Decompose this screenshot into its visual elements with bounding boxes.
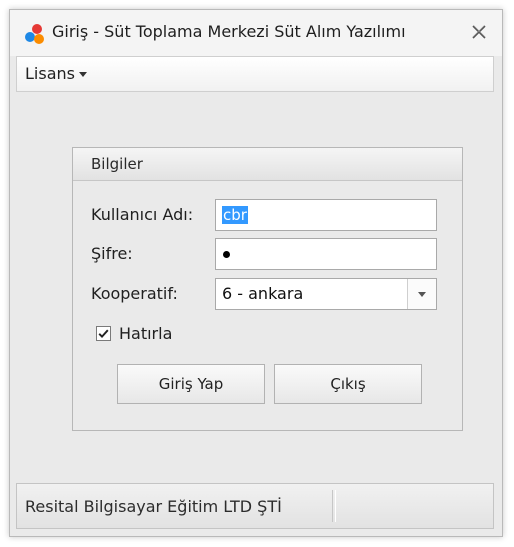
password-label: Şifre: bbox=[91, 244, 133, 263]
checkmark-icon bbox=[98, 329, 109, 338]
username-selected-text: cbr bbox=[222, 206, 248, 224]
remember-label[interactable]: Hatırla bbox=[119, 324, 172, 343]
dropdown-button[interactable] bbox=[407, 279, 436, 309]
title-bar[interactable]: Giriş - Süt Toplama Merkezi Süt Alım Yaz… bbox=[10, 10, 502, 56]
group-header: Bilgiler bbox=[73, 148, 462, 181]
menu-item-label: Lisans bbox=[25, 64, 75, 83]
exit-button[interactable]: Çıkış bbox=[274, 364, 422, 404]
username-input[interactable]: cbr bbox=[215, 199, 437, 231]
status-text: Resital Bilgisayar Eğitim LTD ŞTİ bbox=[25, 497, 282, 516]
group-title: Bilgiler bbox=[91, 155, 143, 173]
colored-dots-icon bbox=[25, 24, 44, 44]
remember-checkbox[interactable] bbox=[96, 326, 111, 341]
menu-bar: Lisans bbox=[16, 56, 494, 92]
login-button[interactable]: Giriş Yap bbox=[117, 364, 265, 404]
login-window: Giriş - Süt Toplama Merkezi Süt Alım Yaz… bbox=[9, 9, 503, 537]
username-label: Kullanıcı Adı: bbox=[91, 205, 194, 224]
status-bar: Resital Bilgisayar Eğitim LTD ŞTİ bbox=[16, 483, 494, 529]
chevron-down-icon bbox=[78, 72, 87, 77]
cooperative-label: Kooperatif: bbox=[91, 284, 178, 303]
password-input[interactable] bbox=[215, 238, 437, 270]
cooperative-select[interactable]: 6 - ankara bbox=[215, 278, 437, 310]
window-title: Giriş - Süt Toplama Merkezi Süt Alım Yaz… bbox=[52, 22, 406, 41]
cooperative-value: 6 - ankara bbox=[222, 284, 304, 303]
status-separator bbox=[332, 490, 336, 522]
chevron-down-icon bbox=[418, 291, 426, 297]
info-group: Bilgiler Kullanıcı Adı: cbr Şifre: Koope… bbox=[72, 147, 463, 431]
menu-item-lisans[interactable]: Lisans bbox=[25, 64, 87, 83]
close-icon[interactable] bbox=[470, 23, 488, 41]
password-mask-dot bbox=[223, 250, 230, 258]
